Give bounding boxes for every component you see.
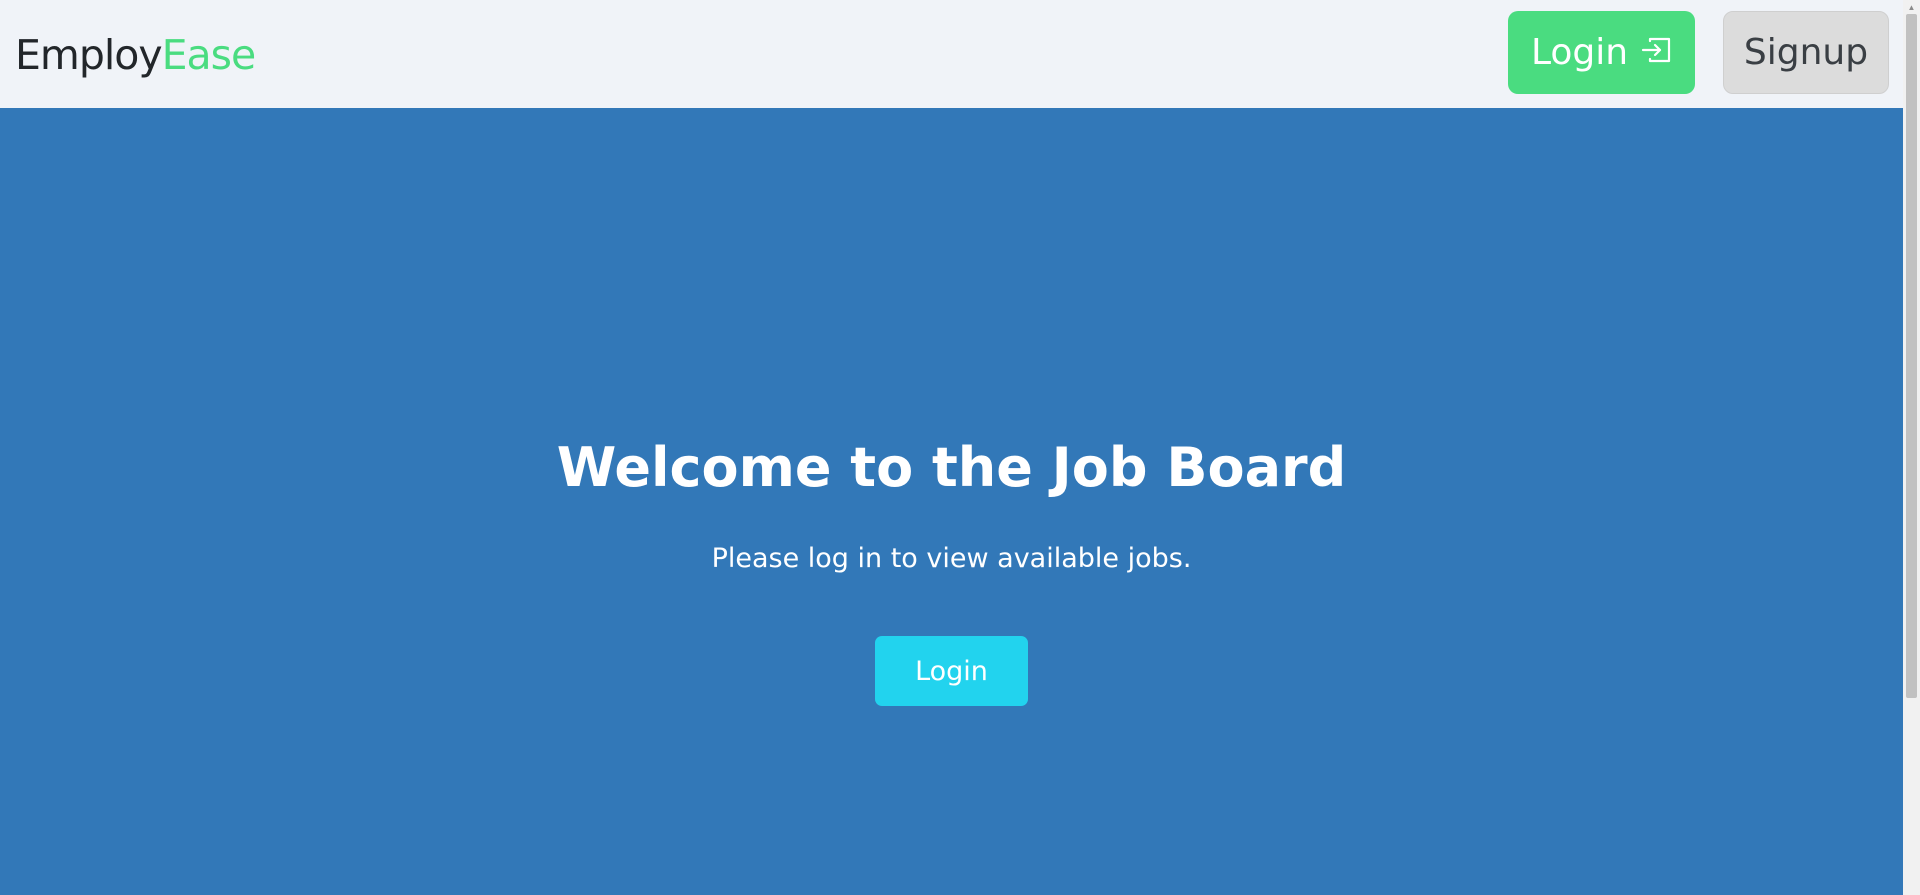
brand-name-primary: Employ xyxy=(15,31,163,79)
navbar: EmployEase Login Signup xyxy=(0,0,1903,108)
page: EmployEase Login Signup Welcome to the J… xyxy=(0,0,1903,895)
brand-logo[interactable]: EmployEase xyxy=(15,30,257,80)
hero-title: Welcome to the Job Board xyxy=(556,436,1347,499)
brand-name-accent: Ease xyxy=(161,31,257,79)
nav-login-label: Login xyxy=(1530,32,1629,73)
nav-signup-label: Signup xyxy=(1743,32,1869,73)
hero-login-button[interactable]: Login xyxy=(875,636,1028,706)
vertical-scrollbar[interactable]: ▲ xyxy=(1903,0,1920,895)
hero-section: Welcome to the Job Board Please log in t… xyxy=(0,108,1903,895)
nav-signup-button[interactable]: Signup xyxy=(1723,11,1889,94)
scrollbar-thumb[interactable] xyxy=(1906,14,1917,698)
hero-subtitle: Please log in to view available jobs. xyxy=(711,543,1192,574)
scroll-up-arrow-icon[interactable]: ▲ xyxy=(1903,0,1920,14)
sign-in-icon xyxy=(1640,32,1672,73)
nav-login-button[interactable]: Login xyxy=(1508,11,1695,94)
hero-login-label: Login xyxy=(915,655,988,687)
